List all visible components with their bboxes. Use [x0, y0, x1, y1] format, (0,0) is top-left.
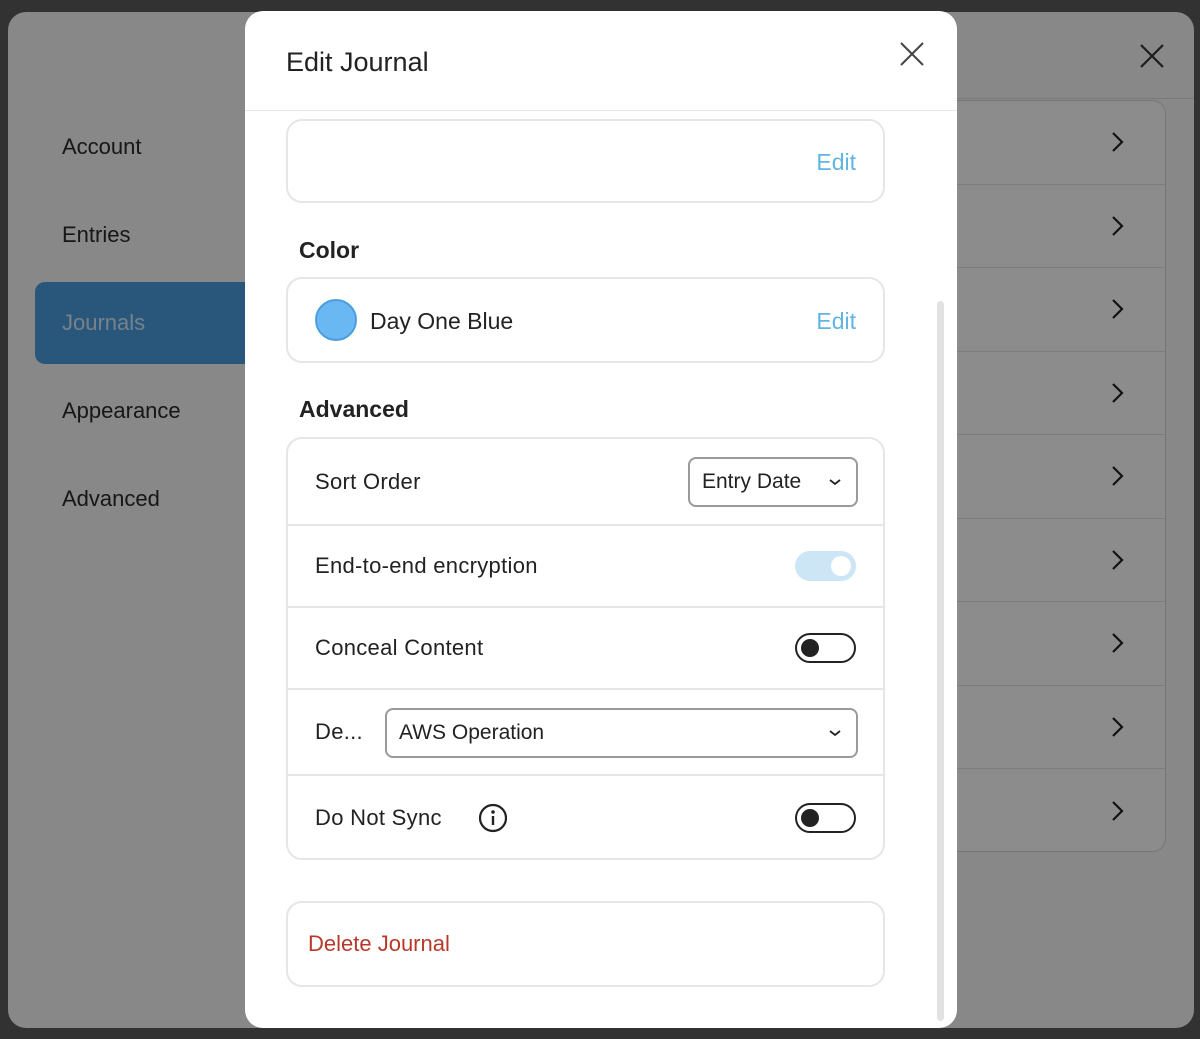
dialog-header: Edit Journal	[245, 11, 957, 111]
scrollbar-thumb[interactable]	[937, 301, 944, 1021]
chevron-down-icon	[829, 730, 841, 737]
advanced-heading: Advanced	[299, 396, 409, 422]
encryption-label: End-to-end encryption	[315, 553, 538, 578]
color-swatch	[315, 299, 357, 341]
sort-order-label: Sort Order	[315, 468, 421, 494]
advanced-card: Sort Order Entry Date End-to-end encrypt…	[286, 437, 885, 860]
color-heading: Color	[299, 237, 360, 263]
sort-order-value: Entry Date	[702, 470, 802, 493]
scrollbar[interactable]	[935, 301, 945, 1021]
encryption-row: End-to-end encryption	[288, 526, 883, 608]
chevron-down-icon	[829, 479, 841, 486]
conceal-label: Conceal Content	[315, 635, 484, 660]
sort-order-select[interactable]: Entry Date	[688, 457, 858, 507]
journal-name-card: Edit	[286, 119, 885, 203]
close-icon[interactable]	[897, 39, 927, 69]
do-not-sync-toggle[interactable]	[795, 803, 856, 833]
color-name: Day One Blue	[370, 308, 514, 334]
toggle-knob	[801, 809, 819, 827]
do-not-sync-label: Do Not Sync	[315, 805, 442, 830]
color-card: Day One Blue Edit	[286, 277, 885, 363]
edit-name-link[interactable]: Edit	[816, 149, 856, 176]
conceal-row: Conceal Content	[288, 608, 883, 690]
default-template-select[interactable]: AWS Operation	[385, 708, 858, 758]
conceal-toggle[interactable]	[795, 633, 856, 663]
delete-journal-card[interactable]: Delete Journal	[286, 901, 885, 987]
toggle-knob	[831, 556, 851, 576]
default-template-label: De...	[315, 719, 363, 744]
dialog-title: Edit Journal	[286, 47, 429, 77]
edit-color-link[interactable]: Edit	[816, 308, 856, 335]
default-template-value: AWS Operation	[399, 721, 545, 744]
info-icon[interactable]	[478, 803, 508, 833]
toggle-knob	[801, 639, 819, 657]
edit-journal-dialog: Edit Journal Edit Color Day One Blue Edi…	[245, 11, 957, 1028]
sort-order-row: Sort Order Entry Date	[288, 439, 883, 526]
encryption-toggle[interactable]	[795, 551, 856, 581]
delete-journal-button[interactable]: Delete Journal	[308, 931, 450, 957]
do-not-sync-row: Do Not Sync	[288, 776, 883, 858]
default-template-row: De... AWS Operation	[288, 690, 883, 776]
